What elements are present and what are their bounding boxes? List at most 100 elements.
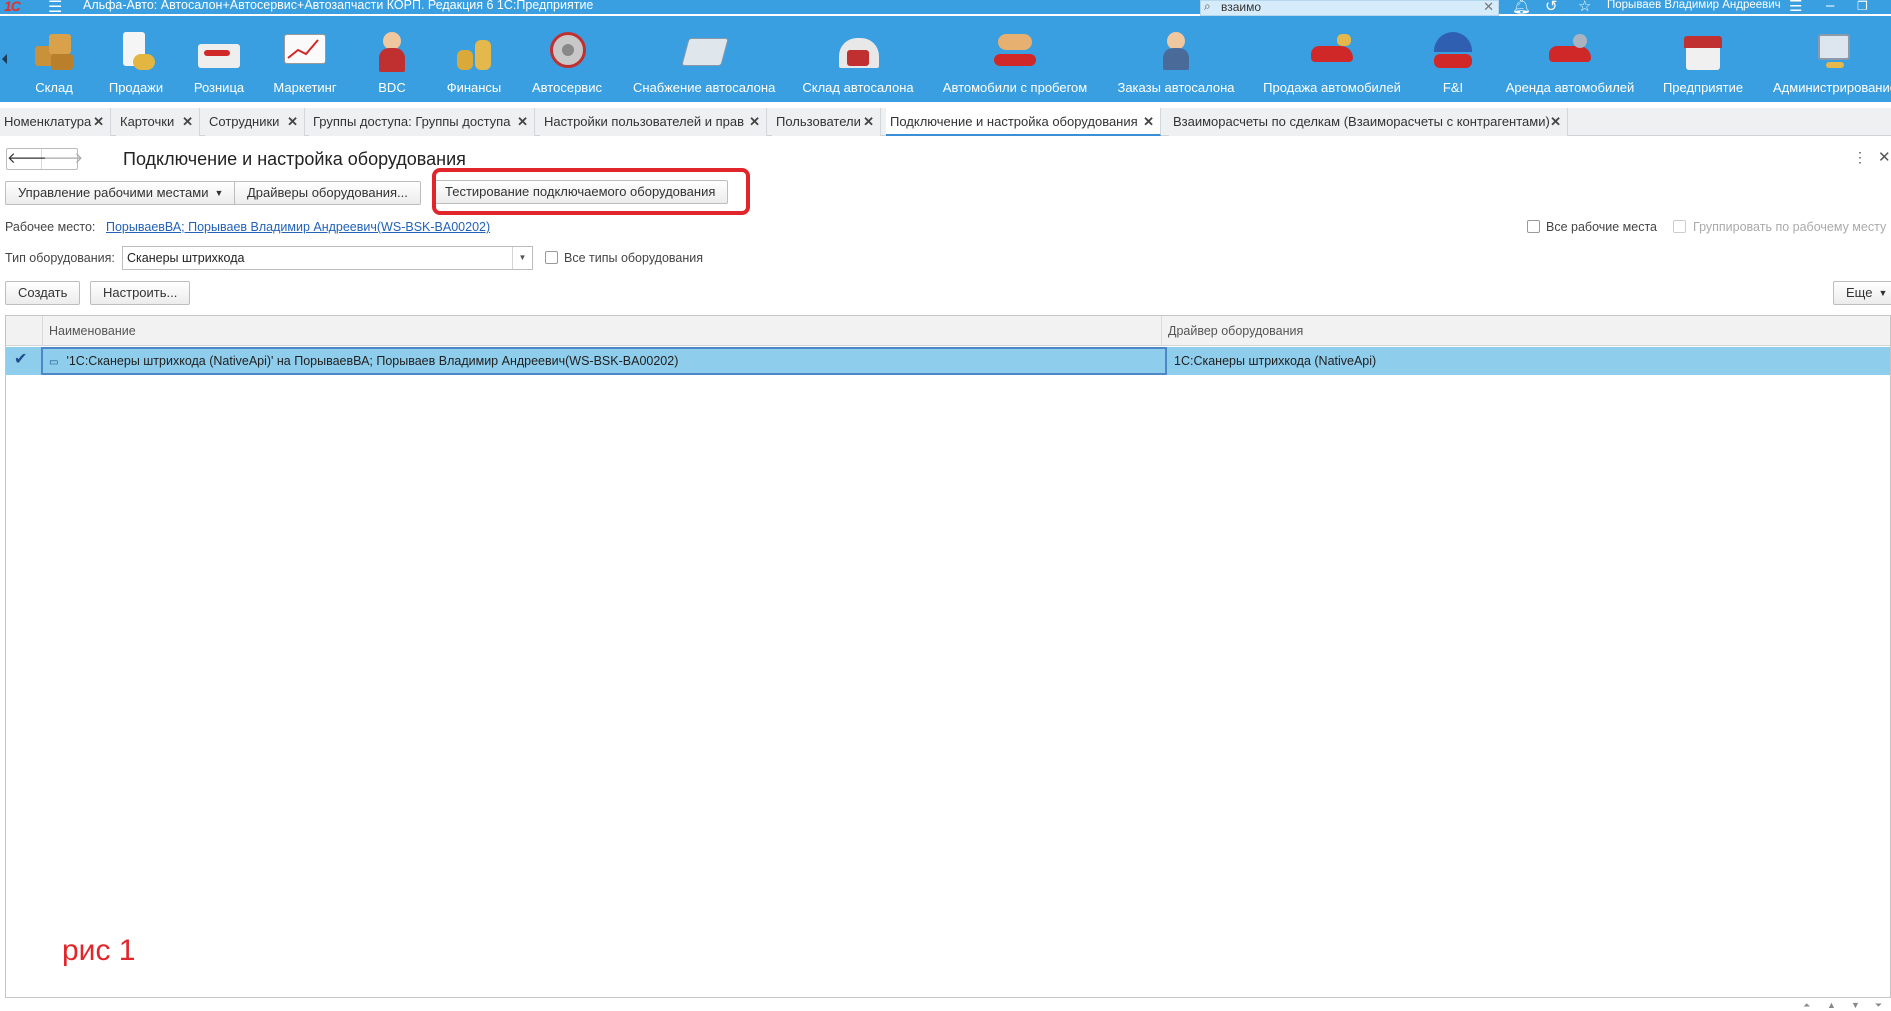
- all-workplaces-checkbox[interactable]: [1527, 220, 1540, 233]
- item-icon: ▭: [49, 357, 59, 368]
- section-snabzhenie-avtosalona[interactable]: Снабжение автосалона: [633, 16, 775, 102]
- section-finansy[interactable]: Финансы: [443, 16, 505, 102]
- global-search-input[interactable]: ⌕ взаимо ✕: [1200, 0, 1499, 16]
- section-arenda-avtomobiley[interactable]: Аренда автомобилей: [1505, 16, 1635, 102]
- close-tab-icon[interactable]: ✕: [287, 108, 298, 136]
- close-tab-icon[interactable]: ✕: [182, 108, 193, 136]
- all-equipment-types-label: Все типы оборудования: [564, 251, 704, 265]
- car-coins-icon: [1309, 30, 1355, 76]
- close-tab-icon[interactable]: ✕: [93, 108, 104, 136]
- tab-podklyuchenie-oborudovaniya[interactable]: Подключение и настройка оборудования ✕: [886, 108, 1161, 136]
- manage-workplaces-button[interactable]: Управление рабочими местами ▼: [5, 181, 237, 205]
- close-tab-icon[interactable]: ✕: [1143, 108, 1154, 136]
- more-actions-button[interactable]: Еще ▼: [1833, 281, 1891, 305]
- history-icon[interactable]: ↺: [1545, 0, 1558, 15]
- configure-button[interactable]: Настроить...: [90, 281, 191, 305]
- section-sklad-avtosalona[interactable]: Склад автосалона: [802, 16, 914, 102]
- scroll-down-icon[interactable]: ▼: [1851, 1000, 1860, 1010]
- rental-car-icon: [1547, 30, 1593, 76]
- section-avtomobili-s-probegom[interactable]: Автомобили с пробегом: [940, 16, 1090, 102]
- brake-disc-icon: [544, 30, 590, 76]
- scroll-top-icon[interactable]: ⏶: [1803, 1000, 1810, 1011]
- page-title: Подключение и настройка оборудования: [123, 149, 466, 169]
- sections-panel: Склад Продажи Розница Маркетинг BDC Фина…: [0, 16, 1891, 102]
- tab-nomenklatura[interactable]: Номенклатура ✕: [0, 108, 111, 136]
- marker-column-header: [6, 316, 42, 346]
- close-tab-icon[interactable]: ✕: [749, 108, 760, 136]
- section-zakazy-avtosalona[interactable]: Заказы автосалона: [1114, 16, 1238, 102]
- scroll-up-icon[interactable]: ▲: [1827, 1000, 1836, 1010]
- workplace-link[interactable]: ПорываевВА; Порываев Владимир Андреевич(…: [106, 220, 490, 234]
- close-tab-icon[interactable]: ✕: [517, 108, 528, 136]
- create-button[interactable]: Создать: [5, 281, 81, 305]
- close-form-icon[interactable]: ✕: [1878, 148, 1891, 166]
- section-predpriyatie[interactable]: Предприятие: [1660, 16, 1746, 102]
- group-by-workplace-checkbox[interactable]: [1673, 220, 1686, 233]
- tab-nastroyki-polzovateley[interactable]: Настройки пользователей и прав ✕: [540, 108, 767, 136]
- row-name-cell[interactable]: ▭ '1С:Сканеры штрихкода (NativeApi)' на П…: [41, 347, 1167, 375]
- row-driver-cell[interactable]: 1С:Сканеры штрихкода (NativeApi): [1168, 347, 1888, 375]
- restore-window-icon[interactable]: ❐: [1857, 0, 1868, 13]
- equipment-drivers-button[interactable]: Драйверы оборудования...: [234, 181, 421, 205]
- table-row[interactable]: ✔ ▭ '1С:Сканеры штрихкода (NativeApi)' на…: [6, 347, 1890, 375]
- dropdown-arrow-icon: ▼: [214, 188, 224, 198]
- tab-sotrudniki[interactable]: Сотрудники ✕: [205, 108, 305, 136]
- form-more-icon[interactable]: ⋮: [1853, 149, 1867, 166]
- search-icon: ⌕: [1204, 0, 1211, 13]
- group-by-workplace-label: Группировать по рабочему месту: [1693, 220, 1887, 234]
- minimize-icon[interactable]: –: [1826, 0, 1834, 14]
- all-equipment-types-checkbox[interactable]: [545, 251, 558, 264]
- app-logo[interactable]: 1С: [4, 0, 34, 14]
- coins-icon: [451, 30, 497, 76]
- scroll-bottom-icon[interactable]: ⏷: [1875, 1000, 1882, 1011]
- section-prodazha-avtomobiley[interactable]: Продажа автомобилей: [1262, 16, 1402, 102]
- scroll-left-icon[interactable]: [2, 54, 7, 64]
- equipment-type-value: Сканеры штрихкода: [127, 251, 245, 265]
- equipment-type-select[interactable]: Сканеры штрихкода ▼: [122, 246, 533, 270]
- workplace-label: Рабочее место:: [5, 220, 96, 234]
- open-windows-tabs: Номенклатура ✕ Карточки ✕ Сотрудники ✕ Груп…: [0, 108, 1891, 136]
- clear-search-icon[interactable]: ✕: [1483, 0, 1494, 15]
- building-icon: [1680, 30, 1726, 76]
- operator-icon: [369, 30, 415, 76]
- dropdown-arrow-icon: ▼: [1878, 288, 1888, 298]
- search-value: взаимо: [1221, 0, 1262, 14]
- red-highlight-frame: [432, 168, 750, 215]
- section-sklad[interactable]: Склад: [24, 16, 84, 102]
- section-administrirovanie[interactable]: Администрирование: [1770, 16, 1891, 102]
- tab-kartochki[interactable]: Карточки ✕: [116, 108, 200, 136]
- chevron-down-icon[interactable]: ▼: [512, 247, 532, 269]
- close-tab-icon[interactable]: ✕: [863, 108, 874, 136]
- column-header-name[interactable]: Наименование: [42, 316, 1168, 346]
- warehouse-icon: [31, 30, 77, 76]
- tab-vzaimoraschety[interactable]: Взаиморасчеты по сделкам (Взаиморасчеты …: [1169, 108, 1568, 136]
- back-arrow-icon[interactable]: 🡐: [7, 149, 47, 169]
- column-header-driver[interactable]: Драйвер оборудования: [1161, 316, 1891, 346]
- settings-menu-icon[interactable]: ☰: [1789, 0, 1802, 15]
- all-workplaces-label: Все рабочие места: [1546, 220, 1658, 234]
- tab-gruppy-dostupa[interactable]: Группы доступа: Группы доступа ✕: [309, 108, 535, 136]
- table-header: Наименование Драйвер оборудования: [6, 316, 1890, 346]
- notifications-bell-icon[interactable]: 🔔︎: [1512, 0, 1531, 15]
- marketing-chart-icon: [282, 30, 328, 76]
- equipment-type-label: Тип оборудования:: [5, 251, 115, 265]
- close-tab-icon[interactable]: ✕: [1550, 108, 1561, 136]
- main-menu-icon[interactable]: ☰: [48, 0, 62, 17]
- client-icon: [1153, 30, 1199, 76]
- computer-icon: [1812, 30, 1858, 76]
- equipment-table[interactable]: Наименование Драйвер оборудования ✔ ▭ '1С…: [5, 315, 1891, 998]
- current-user[interactable]: Порываев Владимир Андреевич: [1607, 0, 1781, 11]
- section-bdc[interactable]: BDC: [366, 16, 418, 102]
- section-avtoservis[interactable]: Автосервис: [527, 16, 607, 102]
- forward-arrow-icon[interactable]: 🡒: [43, 149, 83, 169]
- nav-buttons: 🡐 🡒: [6, 148, 83, 170]
- cash-register-icon: [196, 30, 242, 76]
- scroll-controls: ⏶ ▲ ▼ ⏷: [1797, 1000, 1891, 1011]
- section-fi[interactable]: F&I: [1424, 16, 1482, 102]
- section-prodazhi[interactable]: Продажи: [103, 16, 169, 102]
- figure-caption: рис 1: [62, 934, 136, 967]
- tab-polzovateli[interactable]: Пользователи ✕: [772, 108, 881, 136]
- section-marketing[interactable]: Маркетинг: [270, 16, 340, 102]
- favorites-star-icon[interactable]: ☆: [1578, 0, 1591, 15]
- section-roznica[interactable]: Розница: [188, 16, 250, 102]
